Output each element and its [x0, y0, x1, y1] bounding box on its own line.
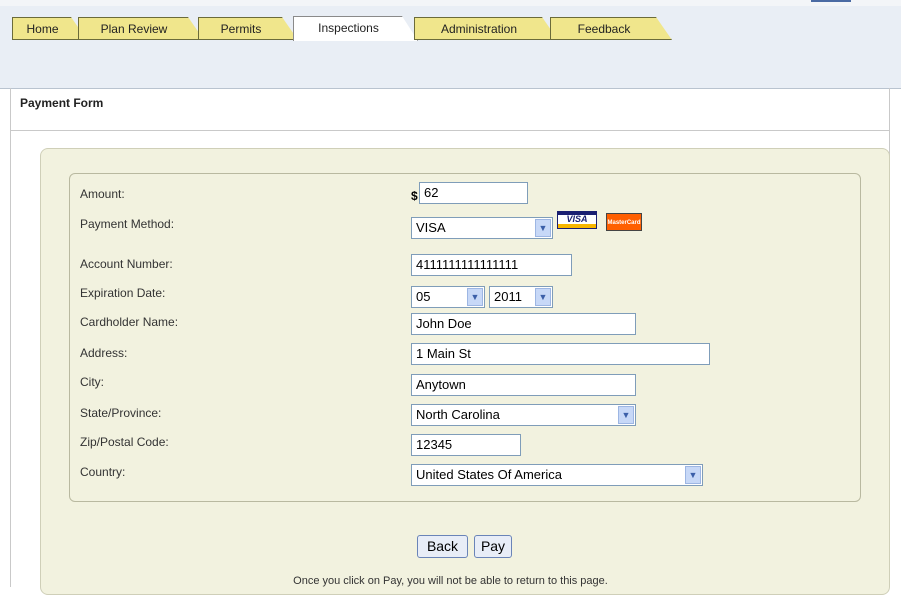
top-strip	[0, 0, 901, 6]
top-link-underline	[811, 0, 851, 2]
country-value: United States Of America	[416, 467, 562, 482]
address-label: Address:	[80, 346, 128, 360]
expiration-year-select[interactable]: 2011 ▼	[489, 286, 553, 308]
cardholder-name-label: Cardholder Name:	[80, 315, 179, 329]
chevron-down-icon[interactable]: ▼	[467, 288, 483, 306]
title-divider	[11, 130, 889, 131]
state-province-value: North Carolina	[416, 407, 500, 422]
country-label: Country:	[80, 465, 126, 479]
visa-card-icon: VISA	[557, 211, 597, 229]
payment-method-value: VISA	[416, 220, 446, 235]
country-select[interactable]: United States Of America ▼	[411, 464, 703, 486]
tab-home[interactable]: Home	[12, 17, 87, 40]
chevron-down-icon[interactable]: ▼	[685, 466, 701, 484]
page-title: Payment Form	[20, 96, 104, 110]
tab-administration-label: Administration	[440, 22, 518, 36]
payment-method-label: Payment Method:	[80, 217, 175, 231]
account-number-input[interactable]: 4111111111111111	[411, 254, 572, 276]
city-input[interactable]: Anytown	[411, 374, 636, 396]
account-number-label: Account Number:	[80, 257, 173, 271]
expiration-month-select[interactable]: 05 ▼	[411, 286, 485, 308]
tab-plan-review-label: Plan Review	[100, 22, 168, 36]
tab-home-label: Home	[26, 22, 59, 36]
state-province-label: State/Province:	[80, 406, 162, 420]
currency-symbol: $	[411, 189, 418, 203]
tab-feedback[interactable]: Feedback	[550, 17, 672, 40]
address-input[interactable]: 1 Main St	[411, 343, 710, 365]
expiration-year-value: 2011	[494, 289, 522, 304]
tab-inspections-label: Inspections	[318, 21, 379, 35]
pay-button[interactable]: Pay	[474, 535, 512, 558]
state-province-select[interactable]: North Carolina ▼	[411, 404, 636, 426]
expiration-month-value: 05	[416, 289, 431, 304]
tab-permits[interactable]: Permits	[198, 17, 298, 40]
tab-inspections[interactable]: Inspections	[293, 16, 418, 41]
mastercard-card-icon: MasterCard	[606, 213, 642, 231]
top-navigation-bar: Home Plan Review Permits Inspections Adm…	[0, 0, 901, 89]
expiration-date-label: Expiration Date:	[80, 286, 166, 300]
chevron-down-icon[interactable]: ▼	[535, 219, 551, 237]
visa-card-text: VISA	[566, 214, 588, 224]
chevron-down-icon[interactable]: ▼	[618, 406, 634, 424]
payment-method-select[interactable]: VISA ▼	[411, 217, 553, 239]
zip-postal-code-input[interactable]: 12345	[411, 434, 521, 456]
city-label: City:	[80, 375, 104, 389]
tab-administration[interactable]: Administration	[414, 17, 558, 40]
chevron-down-icon[interactable]: ▼	[535, 288, 551, 306]
zip-postal-code-label: Zip/Postal Code:	[80, 435, 169, 449]
amount-input[interactable]: 62	[419, 182, 528, 204]
tab-permits-label: Permits	[220, 22, 262, 36]
left-border	[10, 88, 11, 587]
tab-plan-review[interactable]: Plan Review	[78, 17, 204, 40]
cardholder-name-input[interactable]: John Doe	[411, 313, 636, 335]
amount-label: Amount:	[80, 187, 125, 201]
pay-notice: Once you click on Pay, you will not be a…	[293, 575, 608, 587]
back-button[interactable]: Back	[417, 535, 468, 558]
tab-feedback-label: Feedback	[577, 22, 631, 36]
mastercard-card-text: MasterCard	[607, 220, 641, 226]
